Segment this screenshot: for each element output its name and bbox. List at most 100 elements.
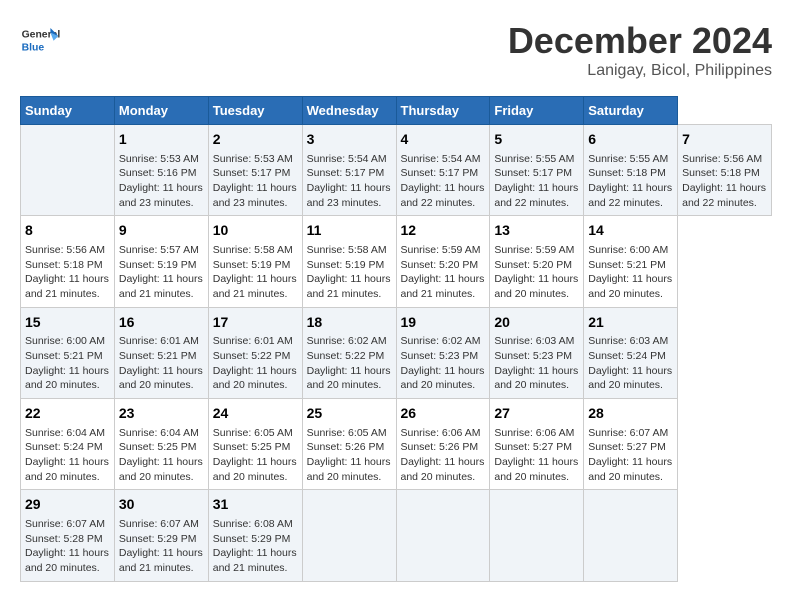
day-number: 8 [25,221,110,241]
day-info: Sunrise: 6:06 AM Sunset: 5:26 PM Dayligh… [401,426,486,485]
calendar-cell: 20Sunrise: 6:03 AM Sunset: 5:23 PM Dayli… [490,307,584,398]
day-number: 5 [494,130,579,150]
calendar-cell: 13Sunrise: 5:59 AM Sunset: 5:20 PM Dayli… [490,216,584,307]
day-info: Sunrise: 5:53 AM Sunset: 5:16 PM Dayligh… [119,152,204,211]
day-info: Sunrise: 6:00 AM Sunset: 5:21 PM Dayligh… [588,243,673,302]
day-info: Sunrise: 6:04 AM Sunset: 5:25 PM Dayligh… [119,426,204,485]
day-number: 17 [213,313,298,333]
calendar-cell [21,125,115,216]
calendar-cell: 25Sunrise: 6:05 AM Sunset: 5:26 PM Dayli… [302,399,396,490]
day-info: Sunrise: 5:59 AM Sunset: 5:20 PM Dayligh… [401,243,486,302]
day-number: 13 [494,221,579,241]
header: General Blue December 2024 Lanigay, Bico… [20,20,772,80]
calendar-cell: 10Sunrise: 5:58 AM Sunset: 5:19 PM Dayli… [208,216,302,307]
calendar-cell: 16Sunrise: 6:01 AM Sunset: 5:21 PM Dayli… [114,307,208,398]
calendar-cell: 31Sunrise: 6:08 AM Sunset: 5:29 PM Dayli… [208,490,302,581]
day-number: 10 [213,221,298,241]
col-header-tuesday: Tuesday [208,97,302,125]
col-header-wednesday: Wednesday [302,97,396,125]
week-row-1: 1Sunrise: 5:53 AM Sunset: 5:16 PM Daylig… [21,125,772,216]
calendar-cell: 28Sunrise: 6:07 AM Sunset: 5:27 PM Dayli… [584,399,678,490]
day-number: 26 [401,404,486,424]
calendar-cell: 7Sunrise: 5:56 AM Sunset: 5:18 PM Daylig… [678,125,772,216]
calendar-cell [396,490,490,581]
calendar-cell: 14Sunrise: 6:00 AM Sunset: 5:21 PM Dayli… [584,216,678,307]
calendar-cell: 26Sunrise: 6:06 AM Sunset: 5:26 PM Dayli… [396,399,490,490]
day-info: Sunrise: 6:06 AM Sunset: 5:27 PM Dayligh… [494,426,579,485]
day-number: 7 [682,130,767,150]
calendar-cell: 6Sunrise: 5:55 AM Sunset: 5:18 PM Daylig… [584,125,678,216]
day-number: 24 [213,404,298,424]
day-info: Sunrise: 5:58 AM Sunset: 5:19 PM Dayligh… [213,243,298,302]
calendar-cell: 27Sunrise: 6:06 AM Sunset: 5:27 PM Dayli… [490,399,584,490]
week-row-3: 15Sunrise: 6:00 AM Sunset: 5:21 PM Dayli… [21,307,772,398]
calendar-cell: 5Sunrise: 5:55 AM Sunset: 5:17 PM Daylig… [490,125,584,216]
calendar-cell [302,490,396,581]
col-header-sunday: Sunday [21,97,115,125]
col-header-thursday: Thursday [396,97,490,125]
week-row-5: 29Sunrise: 6:07 AM Sunset: 5:28 PM Dayli… [21,490,772,581]
col-header-monday: Monday [114,97,208,125]
calendar-cell: 1Sunrise: 5:53 AM Sunset: 5:16 PM Daylig… [114,125,208,216]
calendar-cell: 2Sunrise: 5:53 AM Sunset: 5:17 PM Daylig… [208,125,302,216]
day-info: Sunrise: 6:07 AM Sunset: 5:28 PM Dayligh… [25,517,110,576]
calendar-cell: 9Sunrise: 5:57 AM Sunset: 5:19 PM Daylig… [114,216,208,307]
day-info: Sunrise: 6:00 AM Sunset: 5:21 PM Dayligh… [25,334,110,393]
calendar-cell: 24Sunrise: 6:05 AM Sunset: 5:25 PM Dayli… [208,399,302,490]
day-info: Sunrise: 5:57 AM Sunset: 5:19 PM Dayligh… [119,243,204,302]
title-section: December 2024 Lanigay, Bicol, Philippine… [508,20,772,80]
day-number: 6 [588,130,673,150]
day-number: 30 [119,495,204,515]
logo: General Blue [20,20,60,60]
day-info: Sunrise: 5:55 AM Sunset: 5:18 PM Dayligh… [588,152,673,211]
calendar-cell [490,490,584,581]
day-info: Sunrise: 6:07 AM Sunset: 5:29 PM Dayligh… [119,517,204,576]
calendar-cell: 30Sunrise: 6:07 AM Sunset: 5:29 PM Dayli… [114,490,208,581]
day-number: 28 [588,404,673,424]
day-number: 29 [25,495,110,515]
day-number: 25 [307,404,392,424]
day-info: Sunrise: 6:02 AM Sunset: 5:23 PM Dayligh… [401,334,486,393]
day-number: 31 [213,495,298,515]
day-number: 4 [401,130,486,150]
calendar-cell: 29Sunrise: 6:07 AM Sunset: 5:28 PM Dayli… [21,490,115,581]
day-info: Sunrise: 6:01 AM Sunset: 5:21 PM Dayligh… [119,334,204,393]
day-number: 18 [307,313,392,333]
day-info: Sunrise: 5:59 AM Sunset: 5:20 PM Dayligh… [494,243,579,302]
calendar-table: SundayMondayTuesdayWednesdayThursdayFrid… [20,96,772,582]
day-info: Sunrise: 6:08 AM Sunset: 5:29 PM Dayligh… [213,517,298,576]
day-number: 14 [588,221,673,241]
day-info: Sunrise: 5:53 AM Sunset: 5:17 PM Dayligh… [213,152,298,211]
day-info: Sunrise: 6:04 AM Sunset: 5:24 PM Dayligh… [25,426,110,485]
day-info: Sunrise: 5:54 AM Sunset: 5:17 PM Dayligh… [307,152,392,211]
calendar-cell: 19Sunrise: 6:02 AM Sunset: 5:23 PM Dayli… [396,307,490,398]
calendar-cell: 4Sunrise: 5:54 AM Sunset: 5:17 PM Daylig… [396,125,490,216]
calendar-cell: 12Sunrise: 5:59 AM Sunset: 5:20 PM Dayli… [396,216,490,307]
calendar-cell: 23Sunrise: 6:04 AM Sunset: 5:25 PM Dayli… [114,399,208,490]
day-number: 16 [119,313,204,333]
main-title: December 2024 [508,20,772,62]
calendar-cell: 11Sunrise: 5:58 AM Sunset: 5:19 PM Dayli… [302,216,396,307]
day-info: Sunrise: 6:01 AM Sunset: 5:22 PM Dayligh… [213,334,298,393]
day-number: 23 [119,404,204,424]
day-number: 27 [494,404,579,424]
day-number: 19 [401,313,486,333]
day-number: 9 [119,221,204,241]
calendar-cell: 18Sunrise: 6:02 AM Sunset: 5:22 PM Dayli… [302,307,396,398]
day-info: Sunrise: 5:54 AM Sunset: 5:17 PM Dayligh… [401,152,486,211]
calendar-cell: 8Sunrise: 5:56 AM Sunset: 5:18 PM Daylig… [21,216,115,307]
day-info: Sunrise: 5:56 AM Sunset: 5:18 PM Dayligh… [25,243,110,302]
day-number: 15 [25,313,110,333]
calendar-header-row: SundayMondayTuesdayWednesdayThursdayFrid… [21,97,772,125]
day-info: Sunrise: 6:07 AM Sunset: 5:27 PM Dayligh… [588,426,673,485]
day-number: 1 [119,130,204,150]
week-row-2: 8Sunrise: 5:56 AM Sunset: 5:18 PM Daylig… [21,216,772,307]
day-number: 20 [494,313,579,333]
day-number: 11 [307,221,392,241]
calendar-cell: 3Sunrise: 5:54 AM Sunset: 5:17 PM Daylig… [302,125,396,216]
svg-text:Blue: Blue [22,42,45,53]
subtitle: Lanigay, Bicol, Philippines [508,62,772,80]
day-info: Sunrise: 6:05 AM Sunset: 5:25 PM Dayligh… [213,426,298,485]
calendar-cell [584,490,678,581]
day-number: 3 [307,130,392,150]
